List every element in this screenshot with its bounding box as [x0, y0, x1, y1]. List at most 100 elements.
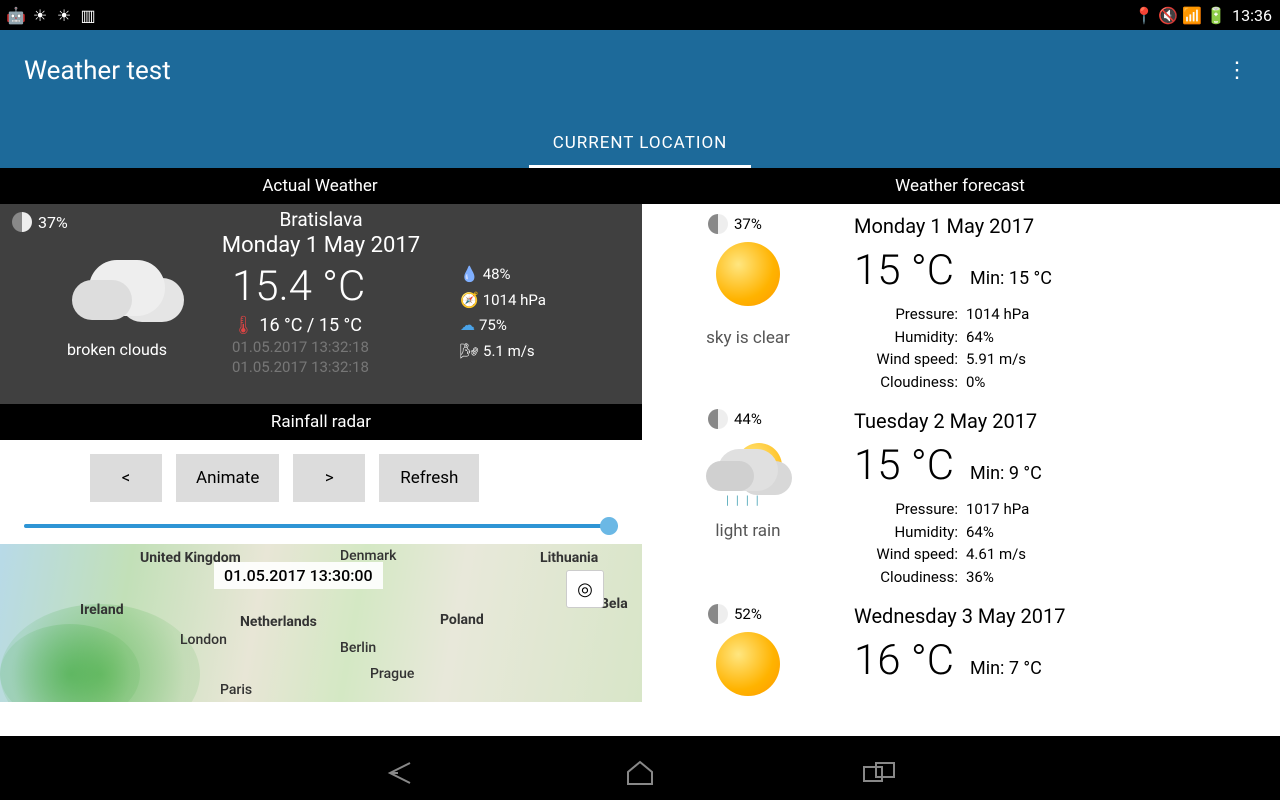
tab-current-location[interactable]: CURRENT LOCATION	[529, 121, 752, 168]
fc-pressure: 1014 hPa	[966, 303, 1029, 326]
brightness-icon: ☀	[32, 7, 48, 23]
fc-cloud: 36%	[966, 566, 994, 589]
fc-wind-lbl: Wind speed:	[854, 348, 958, 371]
timestamp-2: 01.05.2017 13:32:18	[232, 358, 460, 376]
mute-icon: 🔇	[1160, 7, 1176, 23]
fc-cloud-lbl: Cloudiness:	[854, 371, 958, 394]
more-options-button[interactable]: ⋮	[1218, 50, 1256, 91]
section-headers: Actual Weather Weather forecast	[0, 168, 1280, 204]
city-name: Bratislava	[12, 208, 630, 231]
nav-back-button[interactable]	[380, 753, 420, 793]
moon-phase-icon	[708, 409, 728, 429]
timestamp-1: 01.05.2017 13:32:18	[232, 338, 460, 356]
map-label-berlin: Berlin	[340, 640, 376, 656]
fc-date: Wednesday 3 May 2017	[854, 604, 1274, 628]
radar-map[interactable]: United Kingdom Ireland Denmark Lithuania…	[0, 544, 642, 702]
wifi-icon: 📶	[1184, 7, 1200, 23]
location-icon: 📍	[1136, 7, 1152, 23]
fc-date: Tuesday 2 May 2017	[854, 409, 1274, 433]
status-left: 🤖 ☀ ☀ ▥	[8, 7, 96, 23]
content: 37% Bratislava Monday 1 May 2017 broken …	[0, 204, 1280, 736]
fc-humidity-lbl: Humidity:	[854, 521, 958, 544]
fc-wind-lbl: Wind speed:	[854, 543, 958, 566]
condition-label: broken clouds	[32, 340, 202, 359]
temp-range: 16 °C / 15 °C	[259, 315, 362, 336]
fc-humidity: 64%	[966, 521, 994, 544]
radar-controls: < Animate > Refresh	[0, 440, 642, 516]
fc-wind: 5.91 m/s	[966, 348, 1026, 371]
header-forecast: Weather forecast	[640, 168, 1280, 204]
app-title: Weather test	[24, 56, 171, 86]
left-column: 37% Bratislava Monday 1 May 2017 broken …	[0, 204, 642, 736]
fc-humidity-lbl: Humidity:	[854, 326, 958, 349]
thermometer-icon: 🌡	[232, 315, 255, 336]
forecast-item: 52% Wednesday 3 May 2017 16 °C Min: 7 °C	[642, 594, 1280, 718]
fc-pressure-lbl: Pressure:	[854, 303, 958, 326]
nav-recent-button[interactable]	[860, 753, 900, 793]
battery-icon: 🔋	[1208, 7, 1224, 23]
radar-animate-button[interactable]: Animate	[176, 454, 279, 502]
radar-next-button[interactable]: >	[293, 454, 365, 502]
fc-pressure: 1017 hPa	[966, 498, 1029, 521]
cloudiness-value: 75%	[479, 316, 507, 334]
tab-bar: CURRENT LOCATION	[0, 121, 1280, 168]
pressure-icon	[460, 291, 479, 309]
fc-temp-min: Min: 7 °C	[970, 658, 1042, 679]
map-label-bela: Bela	[600, 596, 628, 612]
actual-weather-panel: 37% Bratislava Monday 1 May 2017 broken …	[0, 204, 642, 404]
status-bar: 🤖 ☀ ☀ ▥ 📍 🔇 📶 🔋 13:36	[0, 0, 1280, 30]
current-temp: 15.4 °C	[232, 262, 460, 311]
forecast-item: 44% | | | | light rain Tuesday 2 May 201…	[642, 399, 1280, 594]
fc-moon-pct: 44%	[734, 410, 762, 428]
sun-icon	[716, 632, 780, 696]
fc-moon-pct: 52%	[734, 605, 762, 623]
current-date: Monday 1 May 2017	[12, 233, 630, 258]
wind-icon	[460, 342, 479, 360]
map-locate-button[interactable]: ◎	[566, 570, 604, 608]
radar-slider-wrap	[0, 516, 642, 544]
fc-pressure-lbl: Pressure:	[854, 498, 958, 521]
radar-prev-button[interactable]: <	[90, 454, 162, 502]
fc-temp: 16 °C	[854, 636, 954, 685]
fc-moon-pct: 37%	[734, 215, 762, 233]
app-header: Weather test ⋮ CURRENT LOCATION	[0, 30, 1280, 168]
bars-icon: ▥	[80, 7, 96, 23]
map-label-paris: Paris	[220, 682, 252, 698]
fc-humidity: 64%	[966, 326, 994, 349]
map-label-ireland: Ireland	[80, 602, 124, 618]
fc-cloud: 0%	[966, 371, 985, 394]
fc-condition: light rain	[648, 521, 848, 541]
slider-thumb[interactable]	[600, 517, 618, 535]
status-time: 13:36	[1232, 6, 1272, 25]
status-right: 📍 🔇 📶 🔋 13:36	[1136, 6, 1272, 25]
map-label-london: London	[180, 632, 227, 648]
map-label-poland: Poland	[440, 612, 484, 628]
fc-temp-min: Min: 9 °C	[970, 463, 1042, 484]
rain-cloud-icon: | | | |	[698, 435, 798, 515]
fc-temp-min: Min: 15 °C	[970, 268, 1052, 289]
moon-phase-icon	[708, 214, 728, 234]
sun-icon	[716, 242, 780, 306]
fc-wind: 4.61 m/s	[966, 543, 1026, 566]
nav-home-button[interactable]	[620, 753, 660, 793]
radar-slider[interactable]	[24, 524, 618, 528]
android-icon: 🤖	[8, 7, 24, 23]
header-actual-weather: Actual Weather	[0, 168, 640, 204]
moon-phase-icon	[708, 604, 728, 624]
moon-phase-icon	[12, 212, 32, 232]
map-label-prague: Prague	[370, 666, 414, 682]
fc-temp: 15 °C	[854, 441, 954, 490]
map-timestamp: 01.05.2017 13:30:00	[214, 562, 383, 589]
forecast-list[interactable]: 37% sky is clear Monday 1 May 2017 15 °C…	[642, 204, 1280, 736]
fc-condition: sky is clear	[648, 328, 848, 348]
android-nav-bar	[0, 746, 1280, 800]
cloud-icon	[460, 316, 475, 334]
map-label-nl: Netherlands	[240, 614, 317, 630]
humidity-icon	[460, 265, 479, 283]
radar-header: Rainfall radar	[0, 404, 642, 440]
fc-date: Monday 1 May 2017	[854, 214, 1274, 238]
moon-phase-pct: 37%	[38, 213, 68, 232]
humidity-value: 48%	[483, 265, 511, 283]
forecast-item: 37% sky is clear Monday 1 May 2017 15 °C…	[642, 204, 1280, 399]
radar-refresh-button[interactable]: Refresh	[379, 454, 479, 502]
